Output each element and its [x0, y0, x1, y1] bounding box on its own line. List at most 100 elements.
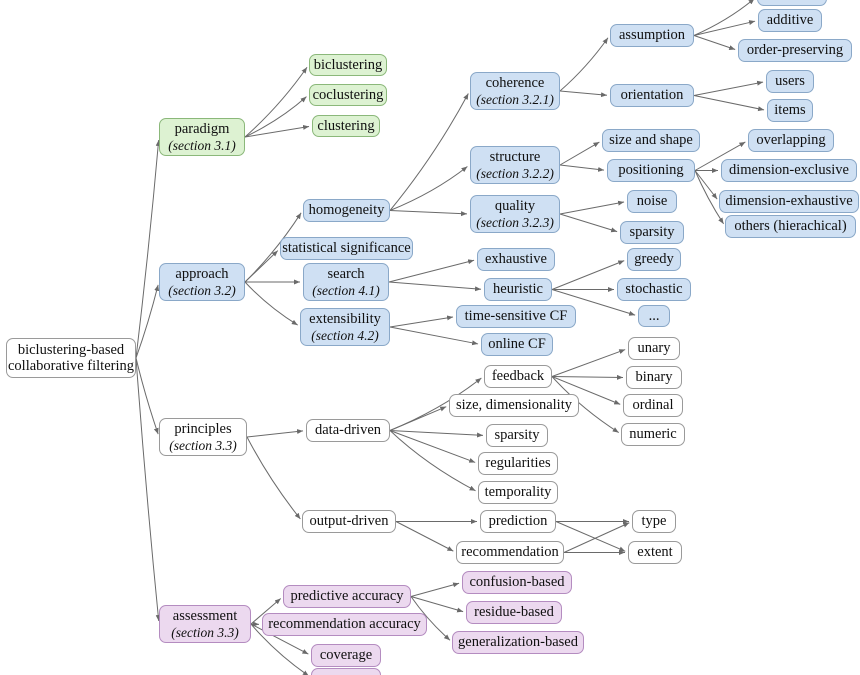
node-sparsity2[interactable]: sparsity [486, 424, 548, 447]
node-orientation[interactable]: orientation [610, 84, 694, 107]
node-positioning[interactable]: positioning [607, 159, 695, 182]
node-label-line2: collaborative filtering [7, 358, 135, 374]
node-recacc[interactable]: recommendation accuracy [262, 613, 427, 636]
node-temporality[interactable]: temporality [478, 481, 558, 504]
node-sizeshape[interactable]: size and shape [602, 129, 700, 152]
node-assumption[interactable]: assumption [610, 24, 694, 47]
node-approach[interactable]: approach (section 3.2) [159, 263, 245, 301]
node-label: positioning [618, 162, 684, 179]
node-principles[interactable]: principles (section 3.3) [159, 418, 247, 456]
node-binary[interactable]: binary [626, 366, 682, 389]
node-label: sparsity [494, 427, 540, 444]
node-dimexclusive[interactable]: dimension-exclusive [721, 159, 857, 182]
node-label: coherence [485, 75, 545, 92]
node-assessment[interactable]: assessment (section 3.3) [159, 605, 251, 643]
node-label: quality [494, 198, 536, 215]
node-numeric[interactable]: numeric [621, 423, 685, 446]
edge-search-to-exhaustive [388, 259, 475, 283]
node-label: heuristic [493, 281, 543, 298]
node-cutoff_top[interactable] [757, 0, 827, 6]
edge-quality-to-noise [559, 200, 625, 215]
node-label: assessment [172, 608, 238, 625]
node-label: time-sensitive CF [464, 308, 568, 325]
node-root[interactable]: biclustering-based collaborative filterin… [6, 338, 136, 378]
node-homogeneity[interactable]: homogeneity [303, 199, 390, 222]
node-label: assumption [618, 27, 686, 44]
edge-outputdriven-to-recommendation [395, 521, 454, 552]
node-dimexhaust[interactable]: dimension-exhaustive [719, 190, 859, 213]
edge-homogeneity-to-coherence [389, 93, 469, 211]
node-ordinal[interactable]: ordinal [623, 394, 683, 417]
node-label: recommendation [461, 544, 559, 561]
edge-homogeneity-to-structure [389, 166, 468, 211]
node-orderpres[interactable]: order-preserving [738, 39, 852, 62]
edge-paradigm-to-biclustering [244, 66, 308, 138]
edge-datadriven-to-temporality [389, 430, 476, 492]
node-noise[interactable]: noise [627, 190, 677, 213]
node-extent[interactable]: extent [628, 541, 682, 564]
edge-positioning-to-dimexhaust [694, 170, 718, 200]
node-ellipsis[interactable]: ... [638, 305, 670, 327]
node-clustering[interactable]: clustering [312, 115, 380, 137]
taxonomy-diagram: biclustering-based collaborative filterin… [0, 0, 860, 675]
edge-paradigm-to-coclustering [244, 96, 307, 138]
node-additive[interactable]: additive [758, 9, 822, 32]
node-label: temporality [484, 484, 552, 501]
node-search[interactable]: search (section 4.1) [303, 263, 389, 301]
node-onlinecf[interactable]: online CF [481, 333, 553, 356]
node-label: orientation [620, 87, 684, 104]
node-items[interactable]: items [767, 99, 813, 122]
node-greedy[interactable]: greedy [627, 248, 681, 271]
node-biclustering[interactable]: biclustering [309, 54, 387, 76]
node-regularities[interactable]: regularities [478, 452, 558, 475]
node-residue[interactable]: residue-based [466, 601, 562, 624]
node-recommendation[interactable]: recommendation [456, 541, 564, 564]
node-structure[interactable]: structure (section 3.2.2) [470, 146, 560, 184]
edge-coherence-to-orientation [559, 90, 608, 98]
node-generalization[interactable]: generalization-based [452, 631, 584, 654]
edge-quality-to-sparsity1 [559, 213, 618, 233]
node-label: principles [174, 421, 232, 438]
node-label: dimension-exhaustive [725, 193, 853, 210]
node-users[interactable]: users [766, 70, 814, 93]
node-coherence[interactable]: coherence (section 3.2.1) [470, 72, 560, 110]
node-extensibility[interactable]: extensibility (section 4.2) [300, 308, 390, 346]
node-cutoff_bottom[interactable] [311, 668, 381, 675]
node-label: numeric [629, 426, 677, 443]
node-label: overlapping [756, 132, 826, 149]
node-label: unary [637, 340, 671, 357]
node-coverage[interactable]: coverage [311, 644, 381, 667]
node-label: size and shape [609, 132, 693, 149]
node-statsig[interactable]: statistical significance [280, 237, 413, 260]
node-sizedim[interactable]: size, dimensionality [449, 394, 579, 417]
node-coclustering[interactable]: coclustering [309, 84, 387, 106]
node-paradigm[interactable]: paradigm (section 3.1) [159, 118, 245, 156]
node-sparsity1[interactable]: sparsity [620, 221, 684, 244]
node-overlapping[interactable]: overlapping [748, 129, 834, 152]
edge-structure-to-sizeshape [559, 141, 600, 166]
node-stochastic[interactable]: stochastic [617, 278, 691, 301]
node-feedback[interactable]: feedback [484, 365, 552, 388]
node-outputdriven[interactable]: output-driven [302, 510, 396, 533]
edge-search-to-heuristic [388, 281, 482, 292]
node-quality[interactable]: quality (section 3.2.3) [470, 195, 560, 233]
node-label: confusion-based [469, 574, 565, 591]
node-others[interactable]: others (hierachical) [725, 215, 856, 238]
edge-root-to-assessment [135, 357, 161, 622]
node-label: stochastic [625, 281, 683, 298]
node-section-ref: (section 3.3) [171, 624, 239, 640]
node-timecf[interactable]: time-sensitive CF [456, 305, 576, 328]
node-section-ref: (section 4.2) [311, 327, 379, 343]
node-confusion[interactable]: confusion-based [462, 571, 572, 594]
node-heuristic[interactable]: heuristic [484, 278, 552, 301]
node-label: extensibility [309, 311, 381, 328]
node-datadriven[interactable]: data-driven [306, 419, 390, 442]
node-exhaustive[interactable]: exhaustive [477, 248, 555, 271]
node-prediction[interactable]: prediction [480, 510, 556, 533]
edge-principles-to-outputdriven [246, 436, 301, 520]
edge-predacc-to-residue [410, 596, 464, 613]
edge-heuristic-to-greedy [551, 260, 625, 290]
node-unary[interactable]: unary [628, 337, 680, 360]
node-predacc[interactable]: predictive accuracy [283, 585, 411, 608]
node-type[interactable]: type [632, 510, 676, 533]
